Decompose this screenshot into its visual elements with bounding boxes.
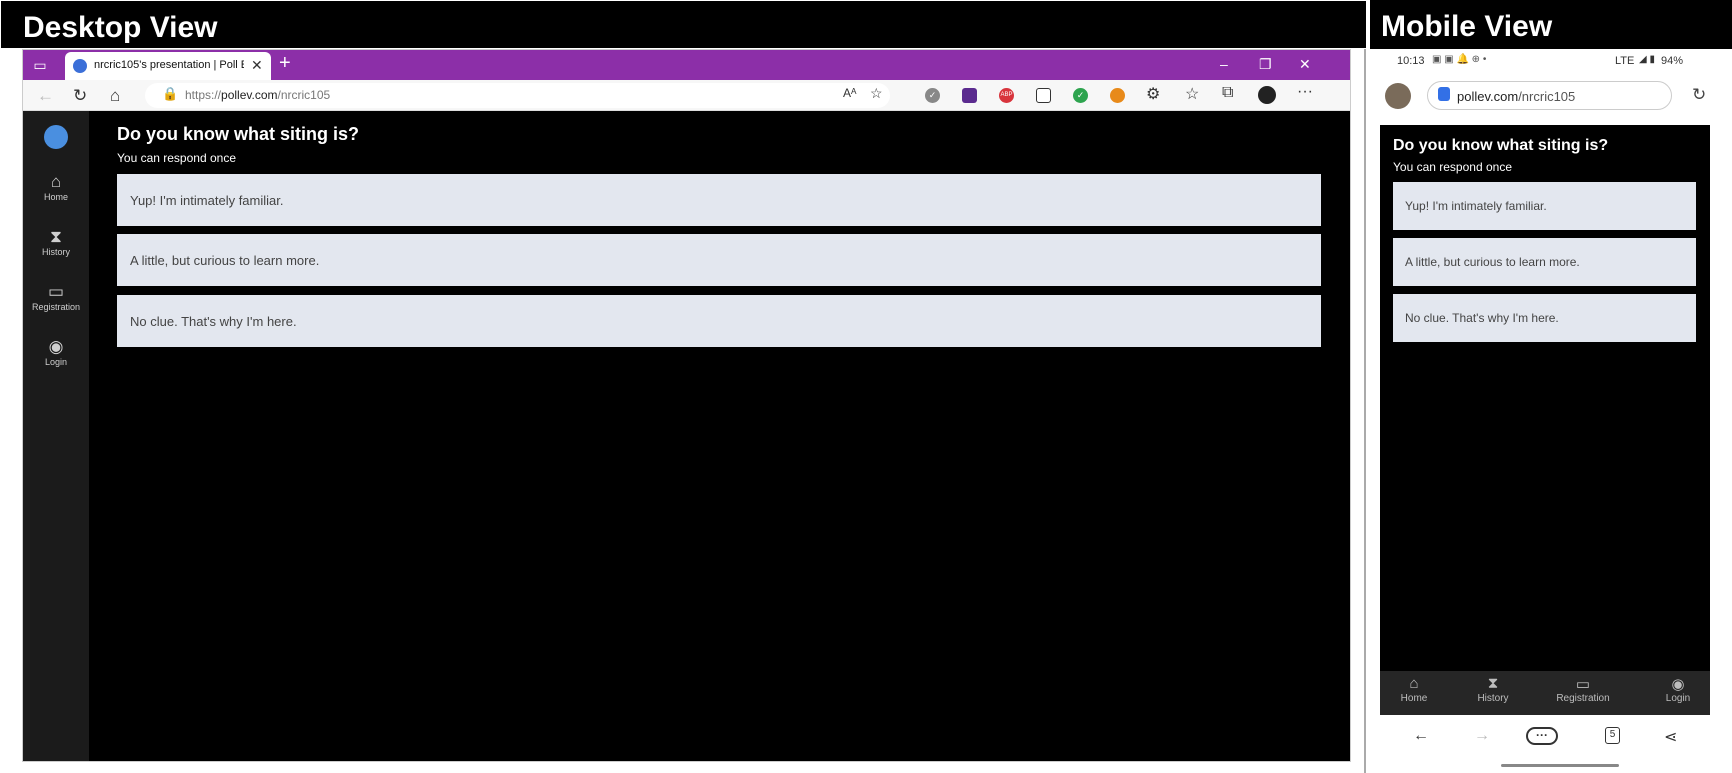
login-icon: ◉ — [1671, 676, 1685, 693]
sidebar-item-registration[interactable]: ▭ Registration — [23, 282, 89, 312]
status-bar: 10:13 ▣ ▣ 🔔 ⊕ • LTE ◢ ▮ 94% — [1366, 49, 1732, 73]
favorite-star-icon[interactable]: ☆ — [870, 85, 883, 102]
history-icon: ⧗ — [50, 227, 62, 246]
menu-button[interactable]: ··· — [1526, 727, 1558, 745]
screenshot-icon[interactable] — [1036, 88, 1051, 103]
restore-icon[interactable]: ❐ — [1259, 56, 1272, 73]
poll-option[interactable]: Yup! I'm intimately familiar. — [117, 174, 1321, 226]
mobile-browser-bottom-bar: ← → ··· 5 ⋖ — [1366, 719, 1732, 773]
mobile-view-label: Mobile View — [1381, 10, 1553, 43]
sidebar-item-login[interactable]: ◉ Login — [23, 337, 89, 367]
reload-icon[interactable]: ↻ — [73, 86, 87, 106]
mobile-address-bar[interactable]: pollev.com/nrcric105 — [1427, 81, 1672, 110]
poll-instruction: You can respond once — [117, 151, 236, 165]
tab-switcher-button[interactable]: 5 — [1605, 727, 1620, 744]
tab-actions-icon[interactable]: ▭ — [31, 56, 49, 74]
adblock-plus-icon[interactable]: ABP — [999, 88, 1014, 103]
green-check-icon[interactable]: ✓ — [1073, 88, 1088, 103]
address-bar[interactable]: 🔒 https://pollev.com/nrcric105 Aᴬ ☆ — [145, 83, 890, 108]
close-window-icon[interactable]: ✕ — [1299, 56, 1311, 73]
nav-item-login[interactable]: ◉ Login — [1658, 675, 1698, 704]
forward-icon[interactable]: → — [1474, 727, 1490, 745]
tab-strip: ▭ nrcric105's presentation | Poll Ev ✕ +… — [23, 50, 1350, 80]
back-icon[interactable]: ← — [1413, 727, 1429, 745]
pollev-favicon-icon — [73, 59, 87, 73]
poll-question: Do you know what siting is? — [117, 124, 360, 144]
more-menu-icon[interactable]: ··· — [1297, 83, 1313, 101]
mobile-browser: 10:13 ▣ ▣ 🔔 ⊕ • LTE ◢ ▮ 94% pollev.com/n… — [1364, 49, 1732, 773]
home-icon: ⌂ — [1409, 675, 1419, 692]
sidebar-item-home[interactable]: ⌂ Home — [23, 172, 89, 202]
profile-avatar[interactable] — [1385, 83, 1411, 109]
desktop-browser-window: ▭ nrcric105's presentation | Poll Ev ✕ +… — [22, 49, 1351, 762]
poll-instruction: You can respond once — [1393, 160, 1512, 174]
read-aloud-icon[interactable]: Aᴬ — [843, 86, 856, 100]
notification-icons: ▣ ▣ 🔔 ⊕ • — [1432, 54, 1487, 65]
poll-question: Do you know what siting is? — [1393, 137, 1609, 154]
address-url: https://pollev.com/nrcric105 — [185, 88, 331, 102]
profile-avatar[interactable] — [1258, 86, 1276, 104]
registration-icon: ▭ — [47, 282, 65, 301]
collections-icon[interactable]: ⧉ — [1222, 84, 1233, 102]
desktop-view-label: Desktop View — [23, 11, 218, 44]
reload-icon[interactable]: ↻ — [1692, 85, 1706, 105]
mobile-bottom-nav: ⌂ Home ⧗ History ▭ Registration ◉ Login — [1380, 671, 1710, 715]
battery-level: 94% — [1661, 55, 1684, 67]
tab-title: nrcric105's presentation | Poll Ev — [94, 59, 244, 71]
gesture-handle — [1501, 764, 1619, 767]
poll-content: Do you know what siting is? You can resp… — [89, 111, 1350, 761]
mobile-address-toolbar: pollev.com/nrcric105 ↻ — [1366, 75, 1732, 117]
lock-icon — [1438, 87, 1450, 101]
color-extension-icon[interactable] — [1110, 88, 1125, 103]
poll-option[interactable]: A little, but curious to learn more. — [117, 234, 1321, 286]
back-icon[interactable]: ← — [37, 86, 54, 106]
desktop-view-header: Desktop View — [0, 0, 1367, 49]
address-toolbar: ← ↻ ⌂ 🔒 https://pollev.com/nrcric105 Aᴬ … — [23, 80, 1350, 111]
mobile-poll-content: Do you know what siting is? You can resp… — [1380, 125, 1710, 715]
lock-icon: 🔒 — [162, 86, 179, 101]
extensions-puzzle-icon[interactable]: ⚙ — [1146, 84, 1160, 104]
nav-item-history[interactable]: ⧗ History — [1468, 675, 1518, 704]
pollev-logo-icon[interactable] — [44, 125, 68, 149]
poll-option[interactable]: No clue. That's why I'm here. — [117, 295, 1321, 347]
extension-icon[interactable] — [962, 88, 977, 103]
login-icon: ◉ — [48, 337, 64, 356]
home-icon: ⌂ — [50, 172, 62, 191]
home-button-icon[interactable]: ⌂ — [110, 86, 120, 106]
minimize-icon[interactable]: – — [1220, 56, 1228, 72]
poll-option[interactable]: A little, but curious to learn more. — [1393, 238, 1696, 286]
share-icon[interactable]: ⋖ — [1664, 727, 1677, 747]
mobile-view-header: Mobile View — [1370, 0, 1732, 49]
new-tab-icon[interactable]: + — [279, 52, 291, 75]
signal-icon: ◢ ▮ — [1639, 54, 1655, 65]
status-time: 10:13 — [1397, 55, 1425, 67]
poll-option[interactable]: No clue. That's why I'm here. — [1393, 294, 1696, 342]
sidebar-item-history[interactable]: ⧗ History — [23, 227, 89, 257]
poll-option[interactable]: Yup! I'm intimately familiar. — [1393, 182, 1696, 230]
check-circle-icon[interactable]: ✓ — [925, 88, 940, 103]
history-icon: ⧗ — [1487, 675, 1499, 692]
favorites-icon[interactable]: ☆ — [1185, 84, 1199, 104]
network-indicator: LTE — [1615, 55, 1635, 67]
mobile-address-url: pollev.com/nrcric105 — [1457, 89, 1576, 104]
close-tab-icon[interactable]: ✕ — [251, 57, 263, 74]
nav-item-registration[interactable]: ▭ Registration — [1544, 675, 1622, 704]
registration-icon: ▭ — [1575, 676, 1591, 693]
browser-tab[interactable]: nrcric105's presentation | Poll Ev ✕ — [65, 52, 271, 80]
pollev-sidebar: ⌂ Home ⧗ History ▭ Registration ◉ Login — [23, 111, 89, 761]
nav-item-home[interactable]: ⌂ Home — [1394, 675, 1434, 704]
